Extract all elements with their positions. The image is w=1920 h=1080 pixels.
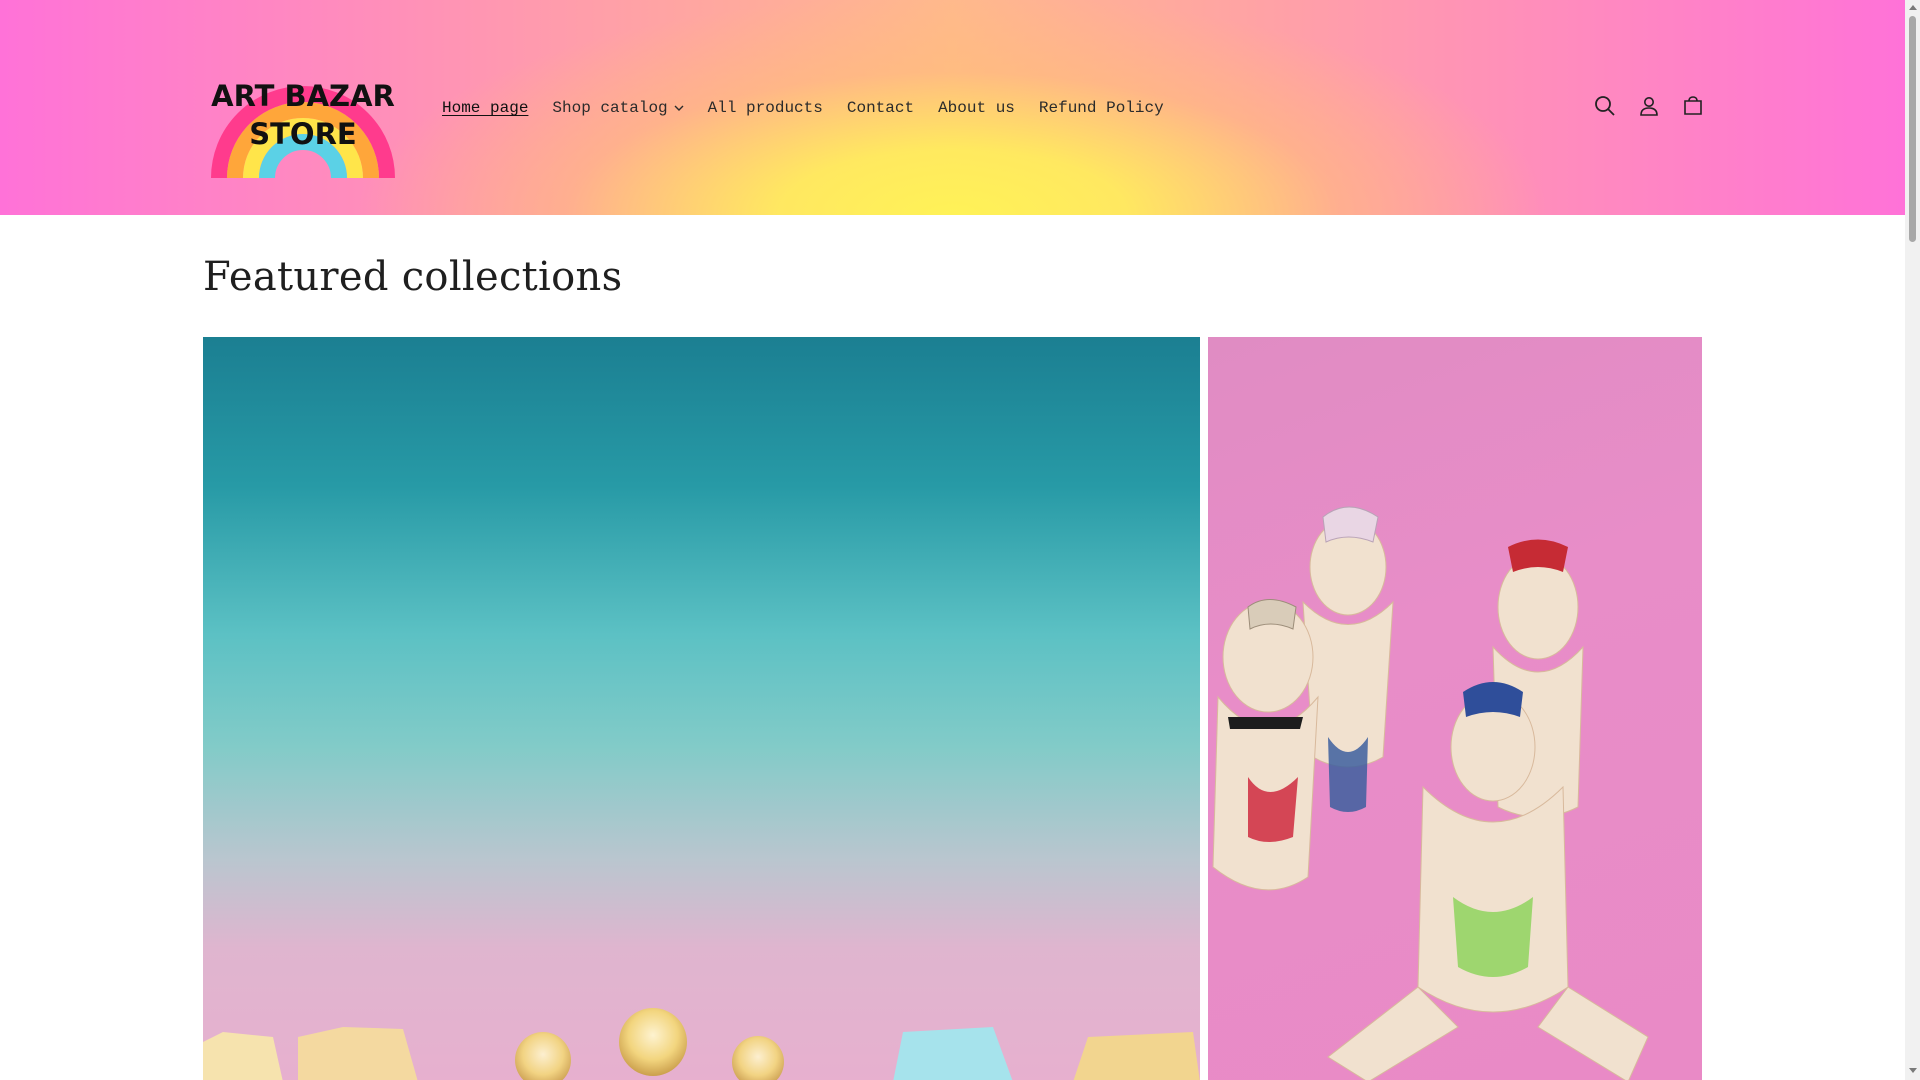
nav-refund-policy[interactable]: Refund Policy bbox=[1027, 96, 1176, 120]
search-icon bbox=[1595, 96, 1615, 116]
header-icons bbox=[1593, 94, 1705, 118]
nav-home[interactable]: Home page bbox=[430, 96, 540, 120]
site-header: ART BAZAR STORE Home page Shop catalog A… bbox=[0, 0, 1905, 215]
collection-image-ceramics bbox=[1212, 506, 1649, 1080]
nav-contact[interactable]: Contact bbox=[835, 96, 926, 120]
page: ART BAZAR STORE Home page Shop catalog A… bbox=[0, 0, 1905, 1080]
account-button[interactable] bbox=[1637, 94, 1661, 118]
account-icon bbox=[1640, 97, 1658, 116]
collection-card-lamps[interactable] bbox=[203, 337, 1200, 1080]
nav-shop-catalog[interactable]: Shop catalog bbox=[540, 96, 695, 120]
chevron-down-icon bbox=[674, 105, 684, 111]
cart-icon bbox=[1684, 96, 1702, 115]
logo-text-line2: STORE bbox=[249, 117, 356, 151]
logo-text-line1: ART BAZAR bbox=[211, 79, 395, 113]
store-logo: ART BAZAR STORE bbox=[211, 79, 395, 178]
cart-button[interactable] bbox=[1681, 94, 1705, 118]
collection-image-lamps bbox=[203, 1008, 1200, 1080]
page-scrollbar[interactable] bbox=[1905, 0, 1920, 1080]
scroll-up-arrow[interactable] bbox=[1909, 5, 1917, 10]
scroll-down-arrow[interactable] bbox=[1909, 1068, 1917, 1073]
nav-about-us[interactable]: About us bbox=[926, 96, 1027, 120]
search-button[interactable] bbox=[1593, 94, 1617, 118]
section-title: Featured collections bbox=[203, 254, 623, 300]
main-nav: Home page Shop catalog All products Cont… bbox=[430, 96, 1176, 120]
nav-all-products[interactable]: All products bbox=[696, 96, 835, 120]
collection-card-ceramics[interactable] bbox=[1208, 337, 1702, 1080]
scroll-thumb[interactable] bbox=[1909, 16, 1916, 242]
